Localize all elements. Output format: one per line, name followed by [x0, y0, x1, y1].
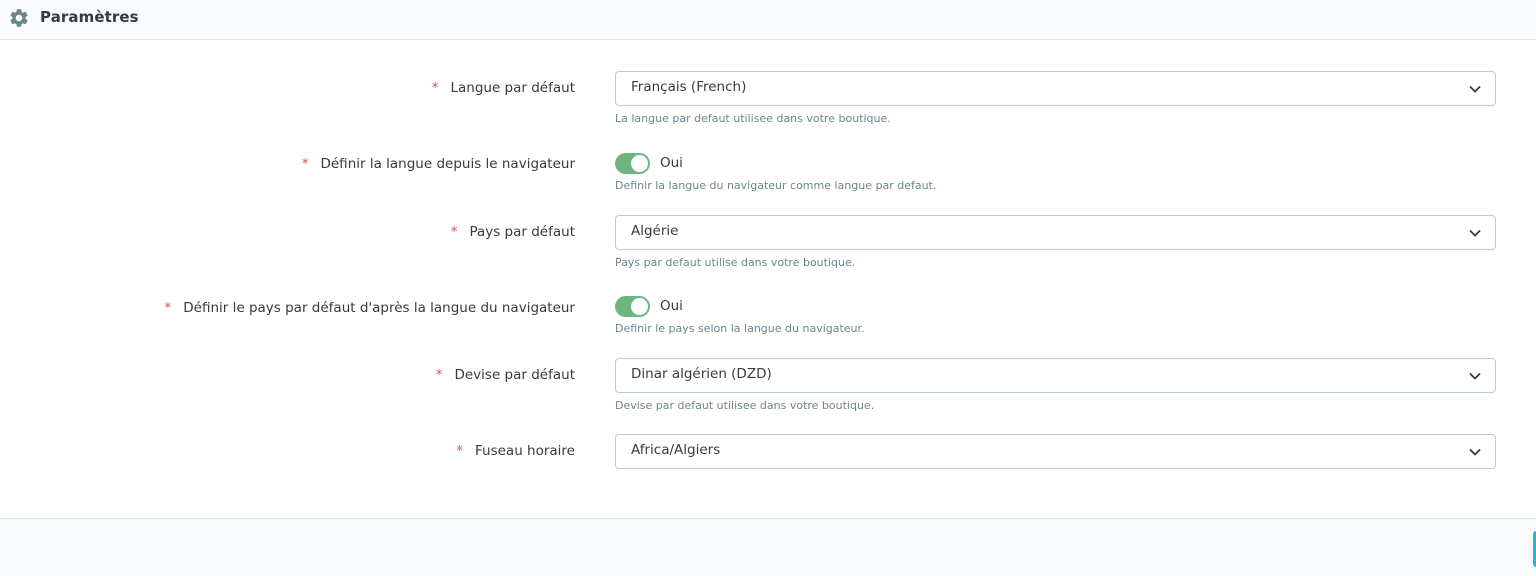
- required-marker: *: [164, 300, 172, 316]
- required-marker: *: [450, 224, 458, 240]
- default-language-help: La langue par defaut utilisee dans votre…: [615, 112, 891, 125]
- default-country-label: * Pays par défaut: [450, 224, 575, 240]
- default-currency-select[interactable]: Dinar algérien (DZD): [615, 358, 1496, 393]
- page-title: Paramètres: [40, 8, 139, 26]
- timezone-select[interactable]: Africa/Algiers: [615, 434, 1496, 469]
- default-country-select[interactable]: Algérie: [615, 215, 1496, 250]
- default-language-select[interactable]: Français (French): [615, 71, 1496, 106]
- country-from-browser-toggle-label: Oui: [660, 298, 683, 314]
- default-currency-label: * Devise par défaut: [435, 367, 575, 383]
- country-from-browser-help: Definir le pays selon la langue du navig…: [615, 322, 865, 335]
- required-marker: *: [301, 156, 309, 172]
- settings-form: * Langue par défaut Français (French) La …: [0, 41, 1536, 518]
- browser-language-toggle[interactable]: [615, 153, 650, 174]
- chevron-down-icon: [1469, 229, 1481, 237]
- required-marker: *: [431, 80, 439, 96]
- toggle-knob: [631, 298, 648, 315]
- country-from-browser-toggle[interactable]: [615, 296, 650, 317]
- chevron-down-icon: [1469, 85, 1481, 93]
- gear-icon: [10, 9, 28, 27]
- default-currency-value: Dinar algérien (DZD): [631, 366, 772, 382]
- browser-language-label: * Définir la langue depuis le navigateur: [301, 156, 575, 172]
- browser-language-toggle-label: Oui: [660, 155, 683, 171]
- card-header: Paramètres: [0, 0, 1536, 40]
- chevron-down-icon: [1469, 372, 1481, 380]
- card-footer: [0, 518, 1536, 576]
- browser-language-help: Definir la langue du navigateur comme la…: [615, 179, 937, 192]
- timezone-value: Africa/Algiers: [631, 442, 721, 458]
- default-country-help: Pays par defaut utilise dans votre bouti…: [615, 256, 856, 269]
- toggle-knob: [631, 155, 648, 172]
- default-country-value: Algérie: [631, 223, 679, 239]
- chevron-down-icon: [1469, 448, 1481, 456]
- default-language-value: Français (French): [631, 79, 747, 95]
- timezone-label: * Fuseau horaire: [456, 443, 575, 459]
- country-from-browser-label: * Définir le pays par défaut d'après la l…: [164, 300, 576, 316]
- required-marker: *: [435, 367, 443, 383]
- default-language-label: * Langue par défaut: [431, 80, 575, 96]
- required-marker: *: [456, 443, 463, 459]
- default-currency-help: Devise par defaut utilisee dans votre bo…: [615, 399, 875, 412]
